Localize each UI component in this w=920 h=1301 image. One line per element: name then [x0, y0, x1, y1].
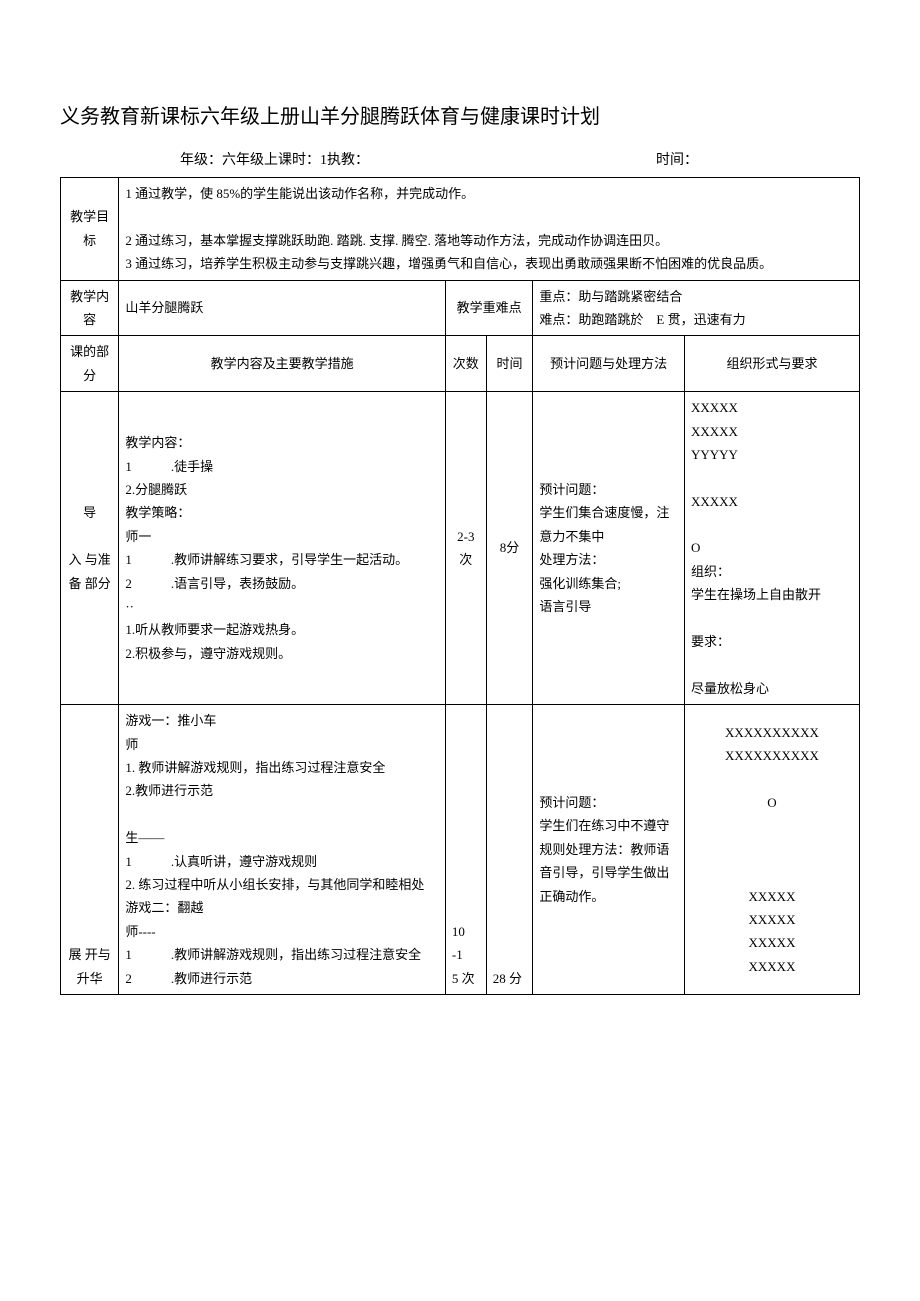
grade-meta: 年级：六年级上课时：1执教：: [180, 153, 369, 168]
section2-content: 游戏一：推小车 师 1. 教师讲解游戏规则，指出练习过程注意安全 2.教师进行示…: [119, 705, 446, 995]
section1-label: 导 入 与准备 部分: [61, 392, 119, 705]
section2-org: XXXXXXXXXX XXXXXXXXXX O XXXXX XXXXX XXXX…: [685, 705, 860, 995]
meta-line: 年级：六年级上课时：1执教： 时间：: [180, 149, 860, 169]
section1-count: 2-3 次: [445, 392, 486, 705]
section1-org: XXXXX XXXXX YYYYY XXXXX O 组织： 学生在操场上自由散开…: [685, 392, 860, 705]
section1-problem: 预计问题： 学生们集合速度慢，注意力不集中 处理方法： 强化训练集合; 语言引导: [533, 392, 685, 705]
goal-label: 教学目标: [61, 178, 119, 281]
keypoint-label: 教学重难点: [445, 280, 532, 336]
table-row: 教学内容 山羊分腿腾跃 教学重难点 重点：助与踏跳紧密结合 难点：助跑踏跳於 E…: [61, 280, 860, 336]
section2-count: 10 -1 5 次: [445, 705, 486, 995]
section2-label: 展 开与 升华: [61, 705, 119, 995]
lesson-plan-table: 教学目标 1 通过教学，使 85%的学生能说出该动作名称，并完成动作。 2 通过…: [60, 177, 860, 995]
keypoint-text: 重点：助与踏跳紧密结合 难点：助跑踏跳於 E 贯，迅速有力: [533, 280, 860, 336]
measures-header: 教学内容及主要教学措施: [119, 336, 446, 392]
section-header: 课的部分: [61, 336, 119, 392]
org-header: 组织形式与要求: [685, 336, 860, 392]
table-row: 导 入 与准备 部分 教学内容： 1 .徒手操 2.分腿腾跃 教学策略： 师一 …: [61, 392, 860, 705]
table-row: 教学目标 1 通过教学，使 85%的学生能说出该动作名称，并完成动作。 2 通过…: [61, 178, 860, 281]
section1-time: 8分: [486, 392, 533, 705]
table-row: 课的部分 教学内容及主要教学措施 次数 时间 预计问题与处理方法 组织形式与要求: [61, 336, 860, 392]
section1-content: 教学内容： 1 .徒手操 2.分腿腾跃 教学策略： 师一 1 .教师讲解练习要求…: [119, 392, 446, 705]
section2-time: 28 分: [486, 705, 533, 995]
page-title: 义务教育新课标六年级上册山羊分腿腾跃体育与健康课时计划: [60, 100, 860, 129]
content-label: 教学内容: [61, 280, 119, 336]
section2-problem: 预计问题： 学生们在练习中不遵守规则处理方法：教师语音引导，引导学生做出正确动作…: [533, 705, 685, 995]
goal-text: 1 通过教学，使 85%的学生能说出该动作名称，并完成动作。 2 通过练习，基本…: [119, 178, 860, 281]
count-header: 次数: [445, 336, 486, 392]
table-row: 展 开与 升华 游戏一：推小车 师 1. 教师讲解游戏规则，指出练习过程注意安全…: [61, 705, 860, 995]
time-header: 时间: [486, 336, 533, 392]
content-text: 山羊分腿腾跃: [119, 280, 446, 336]
problem-header: 预计问题与处理方法: [533, 336, 685, 392]
time-meta: 时间：: [656, 153, 698, 168]
